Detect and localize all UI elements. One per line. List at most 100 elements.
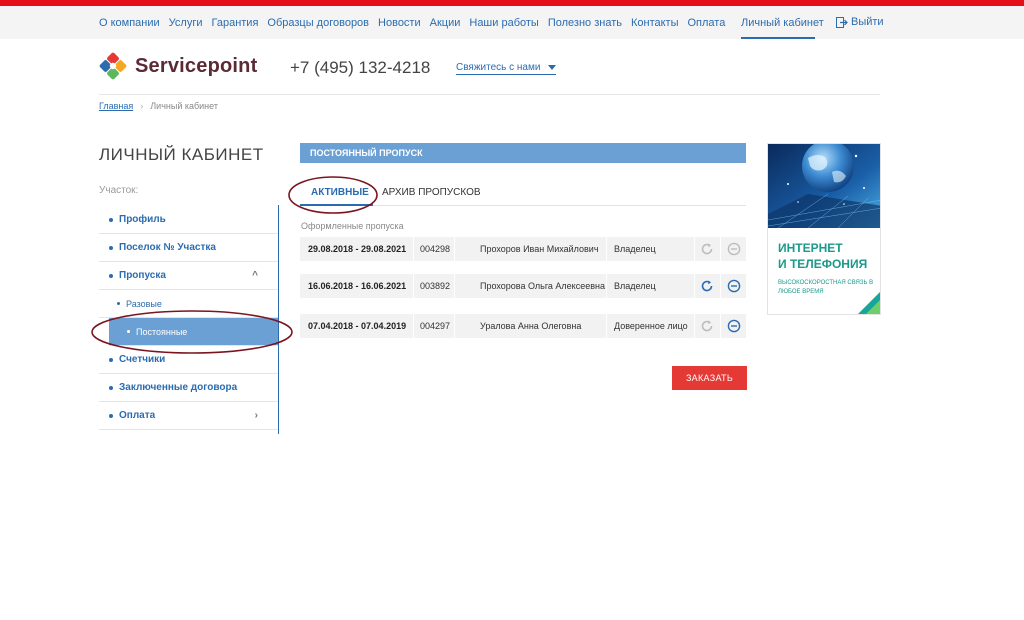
row-separator xyxy=(694,237,695,261)
pass-dates: 29.08.2018 - 29.08.2021 xyxy=(308,244,407,254)
breadcrumb: Главная › Личный кабинет xyxy=(99,101,218,111)
sidebar-item-passes[interactable]: Пропуска ^ xyxy=(99,262,278,290)
row-separator xyxy=(454,314,455,338)
breadcrumb-separator-icon: › xyxy=(140,101,144,111)
chevron-down-icon xyxy=(548,65,557,70)
sidebar-item-label: Разовые xyxy=(126,298,162,309)
logout-label: Выйти xyxy=(851,16,884,28)
pass-dates: 07.04.2018 - 07.04.2019 xyxy=(308,321,407,331)
tab-active[interactable]: АКТИВНЫЕ xyxy=(311,187,369,198)
bullet-icon xyxy=(109,413,113,418)
tab-active-underline xyxy=(300,204,373,206)
nav-link-contract-samples[interactable]: Образцы договоров xyxy=(267,17,369,29)
phone-number: +7 (495) 132-4218 xyxy=(290,58,431,77)
bullet-icon xyxy=(109,245,113,250)
sidebar-item-payment[interactable]: Оплата › xyxy=(99,402,278,430)
row-separator xyxy=(694,274,695,298)
logout-button[interactable]: Выйти xyxy=(836,16,884,28)
table-row: 16.06.2018 - 16.06.2021 003892 Прохорова… xyxy=(300,274,746,298)
row-separator xyxy=(413,314,414,338)
passes-label: Оформленные пропуска xyxy=(301,221,404,231)
sidebar-item-one-time-passes[interactable]: Разовые xyxy=(99,290,278,318)
sidebar-item-label: Оплата xyxy=(119,410,156,421)
bullet-icon xyxy=(109,385,113,390)
tab-archive[interactable]: АРХИВ ПРОПУСКОВ xyxy=(382,187,481,198)
row-separator xyxy=(606,237,607,261)
nav-link-contacts[interactable]: Контакты xyxy=(631,17,679,29)
nav-link-promotions[interactable]: Акции xyxy=(430,17,461,29)
pass-number: 004297 xyxy=(420,321,451,331)
row-separator xyxy=(606,314,607,338)
header-divider xyxy=(99,94,880,95)
sidebar-item-label: Поселок № Участка xyxy=(119,242,216,253)
brand-name: Servicepoint xyxy=(135,54,258,77)
ad-title-line-1: ИНТЕРНЕТ xyxy=(778,241,843,255)
sidebar-title: ЛИЧНЫЙ КАБИНЕТ xyxy=(99,145,264,164)
logout-icon xyxy=(836,16,848,28)
logo-icon xyxy=(99,52,127,80)
remove-icon[interactable] xyxy=(727,242,741,256)
globe-network-image xyxy=(768,144,880,228)
pass-holder-role: Владелец xyxy=(614,281,656,291)
row-separator xyxy=(413,274,414,298)
pass-dates: 16.06.2018 - 16.06.2021 xyxy=(308,281,407,291)
pass-holder-name: Уралова Анна Олеговна xyxy=(480,321,582,331)
sidebar-item-settlement[interactable]: Поселок № Участка xyxy=(99,234,278,262)
bullet-icon xyxy=(109,357,113,362)
nav-link-our-works[interactable]: Наши работы xyxy=(469,17,538,29)
sidebar-item-permanent-passes[interactable]: Постоянные xyxy=(109,318,278,346)
row-separator xyxy=(413,237,414,261)
renew-icon[interactable] xyxy=(700,319,714,333)
sidebar-item-meters[interactable]: Счетчики xyxy=(99,346,278,374)
row-separator xyxy=(720,237,721,261)
chevron-right-icon: › xyxy=(254,410,258,421)
row-separator xyxy=(454,274,455,298)
renew-icon[interactable] xyxy=(700,242,714,256)
ad-title-line-2: И ТЕЛЕФОНИЯ xyxy=(778,257,868,271)
pass-number: 004298 xyxy=(420,244,451,254)
bullet-icon xyxy=(127,330,130,333)
nav-link-warranty[interactable]: Гарантия xyxy=(212,17,259,29)
breadcrumb-home[interactable]: Главная xyxy=(99,101,133,111)
contact-label: Свяжитесь с нами xyxy=(456,62,541,73)
bullet-icon xyxy=(109,217,113,222)
nav-link-payment[interactable]: Оплата xyxy=(687,17,725,29)
sidebar-item-label: Постоянные xyxy=(136,326,188,337)
nav-link-cabinet[interactable]: Личный кабинет xyxy=(741,17,824,29)
nav-links: О компании Услуги Гарантия Образцы догов… xyxy=(99,17,734,29)
ad-title: ИНТЕРНЕТ И ТЕЛЕФОНИЯ xyxy=(778,240,878,272)
nav-link-news[interactable]: Новости xyxy=(378,17,421,29)
remove-icon[interactable] xyxy=(727,319,741,333)
pass-holder-role: Владелец xyxy=(614,244,656,254)
ad-corner-decoration-icon xyxy=(858,292,880,314)
top-navigation: О компании Услуги Гарантия Образцы догов… xyxy=(0,6,1024,39)
sidebar-item-label: Счетчики xyxy=(119,354,166,365)
sidebar-divider xyxy=(278,205,279,434)
sidebar-item-label: Профиль xyxy=(119,214,166,225)
row-separator xyxy=(454,237,455,261)
table-row: 29.08.2018 - 29.08.2021 004298 Прохоров … xyxy=(300,237,746,261)
sidebar-item-contracts[interactable]: Заключенные договора xyxy=(99,374,278,402)
pass-holder-name: Прохоров Иван Михайлович xyxy=(480,244,599,254)
sidebar-item-profile[interactable]: Профиль xyxy=(99,206,278,234)
nav-link-about[interactable]: О компании xyxy=(99,17,160,29)
row-separator xyxy=(720,274,721,298)
order-button[interactable]: ЗАКАЗАТЬ xyxy=(672,366,747,390)
pass-holder-role: Доверенное лицо xyxy=(614,321,688,331)
sidebar-item-label: Пропуска xyxy=(119,270,166,281)
row-separator xyxy=(720,314,721,338)
sidebar-item-label: Заключенные договора xyxy=(119,382,238,393)
pass-holder-name: Прохорова Ольга Алексеевна xyxy=(480,281,605,291)
ad-banner[interactable]: ИНТЕРНЕТ И ТЕЛЕФОНИЯ ВЫСОКОСКОРОСТНАЯ СВ… xyxy=(767,143,881,315)
cabinet-active-underline xyxy=(741,37,815,39)
table-row: 07.04.2018 - 07.04.2019 004297 Уралова А… xyxy=(300,314,746,338)
remove-icon[interactable] xyxy=(727,279,741,293)
row-separator xyxy=(606,274,607,298)
nav-link-services[interactable]: Услуги xyxy=(169,17,203,29)
renew-icon[interactable] xyxy=(700,279,714,293)
logo[interactable]: Servicepoint xyxy=(99,52,257,80)
chevron-up-icon: ^ xyxy=(252,270,258,281)
nav-link-useful[interactable]: Полезно знать xyxy=(548,17,622,29)
section-header: ПОСТОЯННЫЙ ПРОПУСК xyxy=(300,143,746,163)
contact-dropdown[interactable]: Свяжитесь с нами xyxy=(456,62,557,75)
